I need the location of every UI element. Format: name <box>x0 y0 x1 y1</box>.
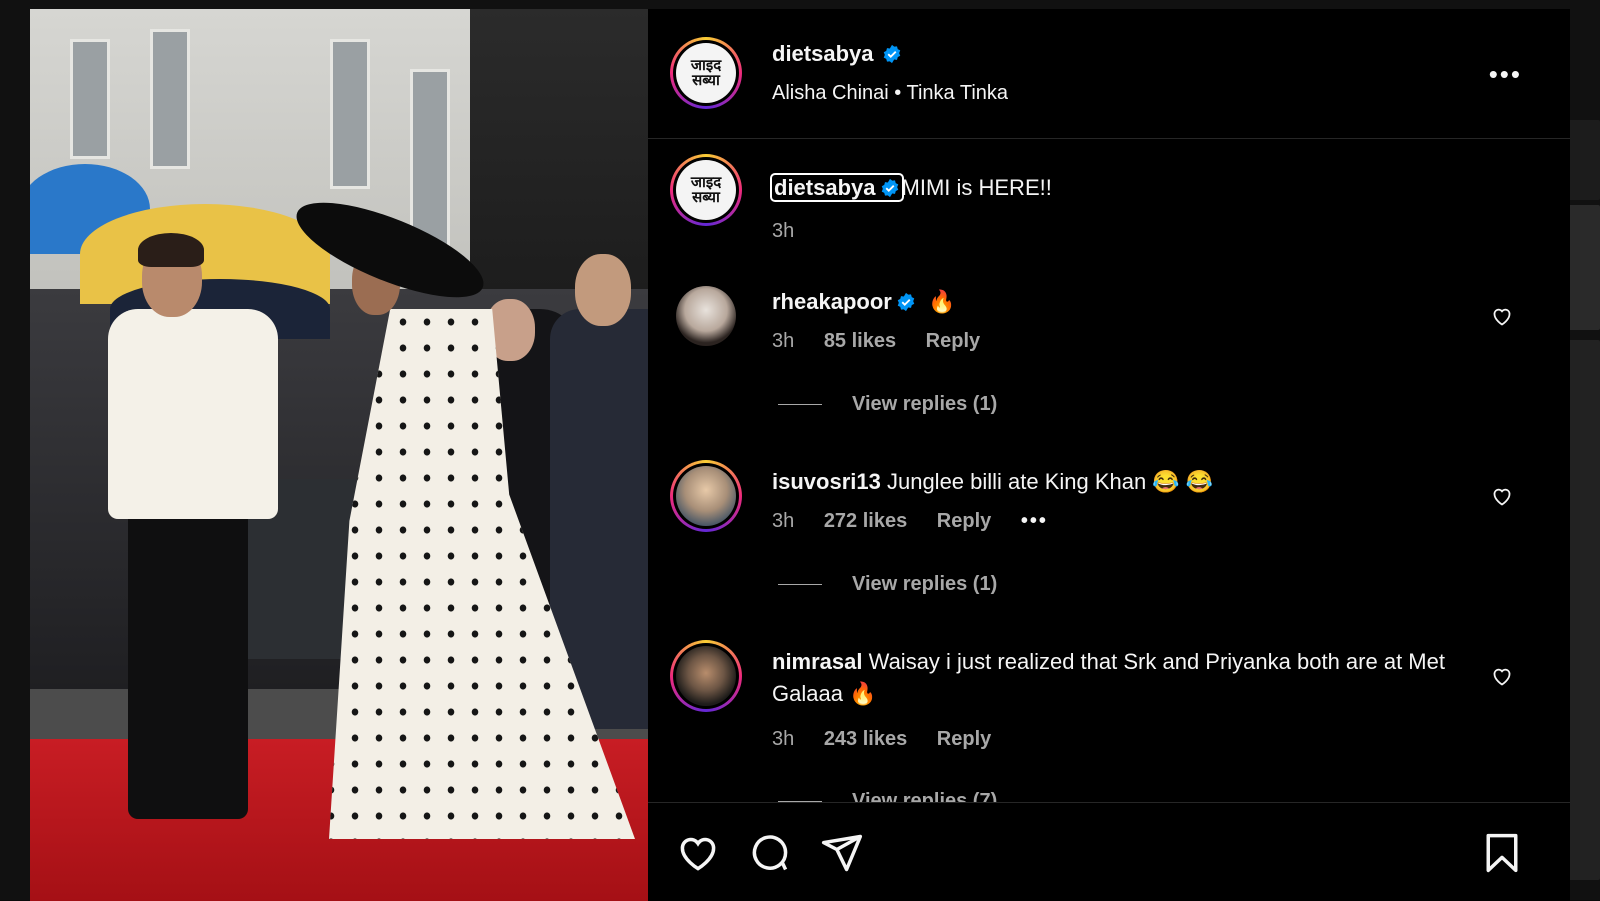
verified-badge-icon <box>896 292 916 312</box>
author-name-row: dietsabya <box>772 41 902 67</box>
comment-time: 3h <box>772 510 794 532</box>
comment-meta: 3h 85 likes Reply <box>772 330 1004 353</box>
comment-username[interactable]: nimrasal <box>772 649 863 674</box>
comment-avatar[interactable] <box>670 640 742 712</box>
media-person-head <box>575 254 631 326</box>
media-window <box>410 69 450 249</box>
caption-username-link[interactable]: dietsabya <box>772 175 902 200</box>
post-media[interactable] <box>30 9 648 901</box>
caption-avatar-logo: जाइद सब्या <box>676 160 736 220</box>
view-replies-button[interactable]: View replies (7) <box>778 790 997 802</box>
comment-body: Waisay i just realized that Srk and Priy… <box>772 649 1445 706</box>
comment-username[interactable]: isuvosri13 <box>772 469 881 494</box>
heart-icon[interactable] <box>1490 304 1514 328</box>
verified-badge-icon <box>880 178 900 198</box>
reply-button[interactable]: Reply <box>937 510 991 532</box>
audio-track[interactable]: Alisha Chinai • Tinka Tinka <box>772 82 1008 105</box>
post-modal: जाइद सब्या dietsabya Alisha Chinai • Tin… <box>30 9 1570 901</box>
caption-text: dietsabya MIMI is HERE!! <box>772 172 1472 204</box>
post-side-panel: जाइद सब्या dietsabya Alisha Chinai • Tin… <box>648 9 1570 901</box>
replies-divider-line <box>778 584 822 585</box>
comments-list[interactable]: जाइद सब्या dietsabya MIMI is HERE!! 3h rh… <box>648 140 1570 802</box>
comment-likes[interactable]: 272 likes <box>824 510 907 532</box>
more-options-icon[interactable]: ••• <box>1489 59 1522 90</box>
media-person <box>108 309 278 519</box>
comment-avatar[interactable] <box>676 286 736 346</box>
view-replies-label: View replies (1) <box>852 393 997 415</box>
comment-body: Junglee billi ate King Khan 😂 😂 <box>887 469 1213 494</box>
comment-avatar-photo <box>676 646 736 706</box>
comment-time: 3h <box>772 728 794 750</box>
verified-badge-icon <box>882 44 902 64</box>
comment-text: nimrasal Waisay i just realized that Srk… <box>772 646 1472 710</box>
comment-likes[interactable]: 243 likes <box>824 728 907 750</box>
comment-text: isuvosri13 Junglee billi ate King Khan 😂… <box>772 466 1472 498</box>
media-person <box>128 489 248 819</box>
comment-avatar-photo <box>676 466 736 526</box>
caption-time: 3h <box>772 220 794 242</box>
replies-divider-line <box>778 404 822 405</box>
media-window <box>330 39 370 189</box>
caption-username[interactable]: dietsabya <box>774 175 876 200</box>
caption-body: MIMI is HERE!! <box>902 175 1052 200</box>
media-window <box>70 39 110 159</box>
view-replies-button[interactable]: View replies (1) <box>778 573 997 596</box>
caption-meta: 3h <box>772 220 818 243</box>
view-replies-button[interactable]: View replies (1) <box>778 393 997 416</box>
heart-icon[interactable] <box>1490 484 1514 508</box>
heart-icon[interactable] <box>1490 664 1514 688</box>
author-avatar[interactable]: जाइद सब्या <box>670 37 742 109</box>
comment-meta: 3h 243 likes Reply <box>772 728 1015 751</box>
view-replies-label: View replies (1) <box>852 573 997 595</box>
bookmark-icon[interactable] <box>1480 831 1524 875</box>
comment-icon[interactable] <box>748 831 792 875</box>
author-avatar-logo: जाइद सब्या <box>676 43 736 103</box>
view-replies-label: View replies (7) <box>852 790 997 802</box>
post-header: जाइद सब्या dietsabya Alisha Chinai • Tin… <box>648 9 1570 139</box>
reply-button[interactable]: Reply <box>937 728 991 750</box>
post-action-bar <box>648 802 1570 901</box>
heart-icon[interactable] <box>676 831 720 875</box>
comment-time: 3h <box>772 330 794 352</box>
share-icon[interactable] <box>820 831 864 875</box>
comment-likes[interactable]: 85 likes <box>824 330 896 352</box>
comment-more-options-icon[interactable]: ••• <box>1021 510 1048 532</box>
caption-avatar[interactable]: जाइद सब्या <box>670 154 742 226</box>
comment-body: 🔥 <box>928 289 955 314</box>
author-username[interactable]: dietsabya <box>772 41 874 66</box>
comment-meta: 3h 272 likes Reply ••• <box>772 510 1072 533</box>
media-person-hair <box>138 233 204 267</box>
media-window <box>150 29 190 169</box>
reply-button[interactable]: Reply <box>926 330 980 352</box>
comment-username[interactable]: rheakapoor <box>772 289 892 314</box>
comment-text: rheakapoor 🔥 <box>772 286 1472 318</box>
comment-avatar[interactable] <box>670 460 742 532</box>
